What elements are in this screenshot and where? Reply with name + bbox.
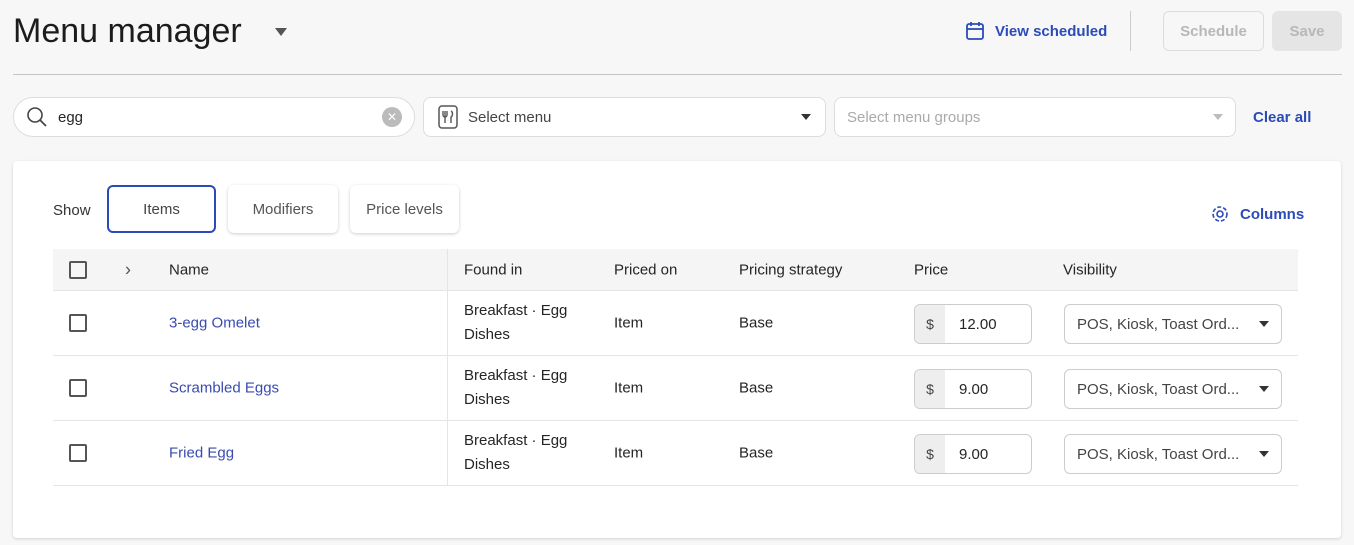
found-in-line: Breakfast · Egg [464, 302, 568, 319]
calendar-icon [966, 22, 984, 40]
clear-search-icon[interactable]: ✕ [382, 107, 402, 127]
item-name-link[interactable]: 3-egg Omelet [169, 315, 260, 332]
header-name[interactable]: Name [169, 261, 209, 278]
show-label: Show [53, 202, 91, 219]
menu-utensils-icon [438, 105, 458, 129]
found-in-line: Breakfast · Egg [464, 432, 568, 449]
price-value: 12.00 [959, 315, 997, 333]
visibility-dropdown[interactable]: POS, Kiosk, Toast Ord... [1064, 434, 1282, 474]
found-in-line: Breakfast · Egg [464, 367, 568, 384]
tab-modifiers[interactable]: Modifiers [228, 185, 338, 233]
price-input[interactable]: $9.00 [914, 369, 1032, 409]
found-in-line: Dishes [464, 391, 510, 408]
schedule-button[interactable]: Schedule [1163, 11, 1264, 51]
search-icon [27, 107, 47, 127]
pricing-strategy: Base [739, 444, 774, 462]
chevron-down-icon [1259, 386, 1269, 392]
price-value: 9.00 [959, 445, 989, 463]
currency-symbol: $ [915, 305, 945, 343]
found-in: Breakfast · Egg Dishes [464, 429, 567, 477]
chevron-down-icon [1213, 114, 1223, 120]
table-row: Fried Egg Breakfast · Egg Dishes Item Bas… [53, 421, 1298, 486]
priced-on: Item [614, 379, 644, 397]
column-divider [447, 356, 448, 420]
gear-icon [1212, 206, 1228, 222]
select-menu-groups-dropdown[interactable]: Select menu groups [834, 97, 1236, 137]
header-found-in[interactable]: Found in [464, 261, 522, 278]
view-scheduled-label: View scheduled [995, 22, 1108, 40]
price-value: 9.00 [959, 380, 989, 398]
search-value: egg [58, 108, 84, 126]
search-input[interactable]: egg ✕ [13, 97, 415, 137]
row-checkbox[interactable] [69, 314, 87, 332]
items-card: Show Items Modifiers Price levels Column… [13, 161, 1341, 538]
columns-button[interactable]: Columns [1210, 204, 1304, 224]
found-in-line: Dishes [464, 456, 510, 473]
visibility-value: POS, Kiosk, Toast Ord... [1077, 315, 1240, 333]
priced-on: Item [614, 444, 644, 462]
column-divider [447, 249, 448, 290]
clear-all-link[interactable]: Clear all [1253, 109, 1311, 126]
item-name-link[interactable]: Fried Egg [169, 445, 234, 462]
save-button[interactable]: Save [1272, 11, 1342, 51]
header-visibility[interactable]: Visibility [1063, 261, 1117, 278]
view-scheduled-link[interactable]: View scheduled [965, 21, 1107, 41]
select-menu-placeholder: Select menu [468, 108, 552, 126]
price-input[interactable]: $9.00 [914, 434, 1032, 474]
select-all-checkbox[interactable] [69, 260, 87, 279]
expand-all-chevron-icon[interactable]: › [125, 259, 131, 280]
visibility-value: POS, Kiosk, Toast Ord... [1077, 445, 1240, 463]
visibility-value: POS, Kiosk, Toast Ord... [1077, 380, 1240, 398]
header-divider [13, 74, 1342, 75]
visibility-dropdown[interactable]: POS, Kiosk, Toast Ord... [1064, 369, 1282, 409]
tab-items[interactable]: Items [107, 185, 216, 233]
select-menu-dropdown[interactable]: Select menu [423, 97, 826, 137]
column-divider [447, 421, 448, 485]
divider [1130, 11, 1131, 51]
select-menu-groups-placeholder: Select menu groups [847, 108, 981, 126]
header-pricing-strategy[interactable]: Pricing strategy [739, 261, 842, 278]
pricing-strategy: Base [739, 379, 774, 397]
visibility-dropdown[interactable]: POS, Kiosk, Toast Ord... [1064, 304, 1282, 344]
columns-label: Columns [1240, 205, 1305, 223]
chevron-down-icon [1259, 451, 1269, 457]
header-priced-on[interactable]: Priced on [614, 261, 677, 278]
row-checkbox[interactable] [69, 379, 87, 397]
header-price[interactable]: Price [914, 261, 948, 278]
chevron-down-icon [801, 114, 811, 120]
currency-symbol: $ [915, 370, 945, 408]
price-input[interactable]: $12.00 [914, 304, 1032, 344]
table-header: › Name Found in Priced on Pricing strate… [53, 249, 1298, 291]
chevron-down-icon [1259, 321, 1269, 327]
title-dropdown-icon[interactable] [275, 28, 287, 36]
table-row: 3-egg Omelet Breakfast · Egg Dishes Item … [53, 291, 1298, 356]
page-title: Menu manager [13, 12, 242, 50]
found-in: Breakfast · Egg Dishes [464, 299, 567, 347]
row-checkbox[interactable] [69, 444, 87, 462]
table-row: Scrambled Eggs Breakfast · Egg Dishes Ite… [53, 356, 1298, 421]
found-in-line: Dishes [464, 326, 510, 343]
priced-on: Item [614, 314, 644, 332]
item-name-link[interactable]: Scrambled Eggs [169, 380, 279, 397]
currency-symbol: $ [915, 435, 945, 473]
found-in: Breakfast · Egg Dishes [464, 364, 567, 412]
column-divider [447, 291, 448, 355]
pricing-strategy: Base [739, 314, 774, 332]
tab-price-levels[interactable]: Price levels [350, 185, 459, 233]
